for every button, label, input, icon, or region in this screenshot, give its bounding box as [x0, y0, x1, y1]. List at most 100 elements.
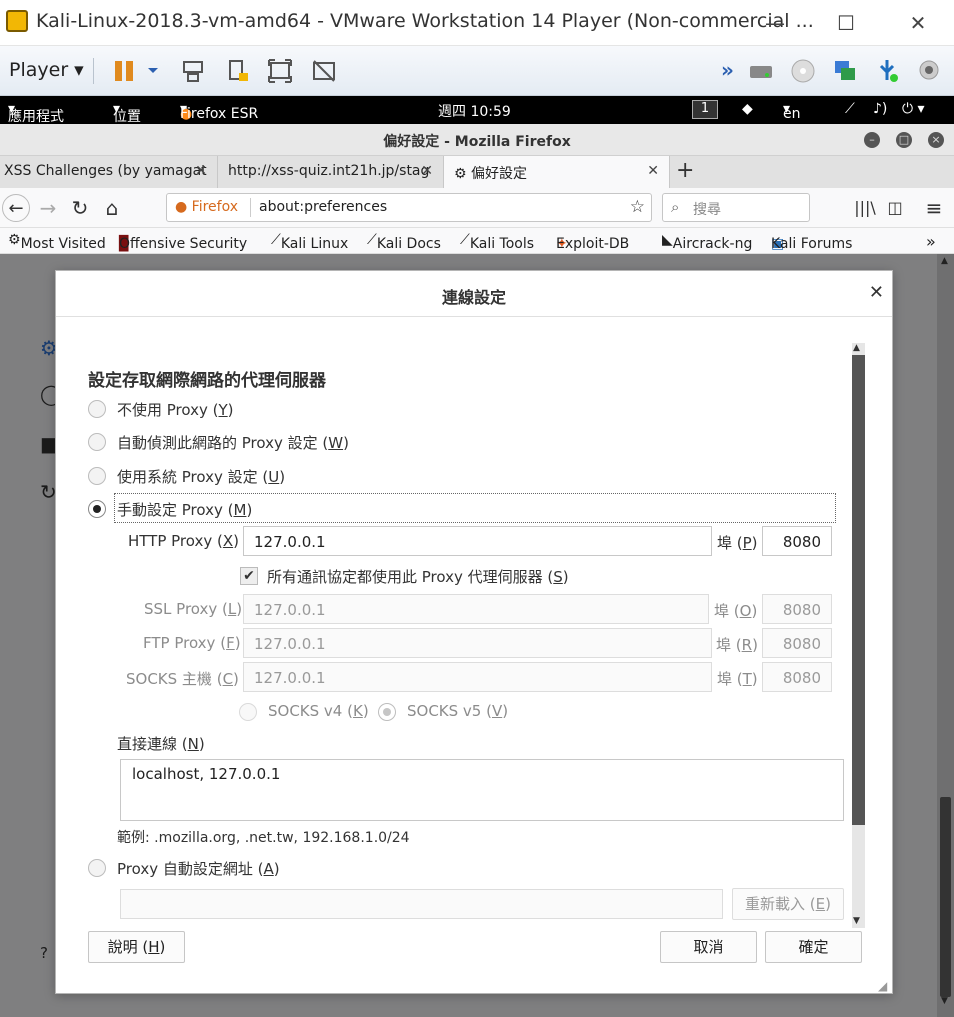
- home-icon[interactable]: ⌂: [98, 194, 126, 222]
- toolbar-divider: [93, 58, 94, 84]
- http-port-input[interactable]: 8080: [762, 526, 832, 556]
- socks-port-label: 埠 (T): [717, 670, 758, 688]
- socks-host-input[interactable]: 127.0.0.1: [243, 662, 712, 692]
- more-devices-icon[interactable]: »: [721, 58, 739, 84]
- maximize-icon[interactable]: □: [896, 132, 912, 148]
- resize-grip-icon[interactable]: ◢: [878, 979, 887, 993]
- language-menu[interactable]: en ▾: [783, 101, 801, 122]
- socks-port-input[interactable]: 8080: [762, 662, 832, 692]
- workspace-indicator[interactable]: 1: [692, 100, 718, 119]
- manual-proxy-radio[interactable]: [88, 500, 106, 518]
- bookmark-most-visited[interactable]: ⚙ Most Visited: [8, 232, 106, 252]
- pause-icon[interactable]: [112, 58, 138, 84]
- auto-detect-label[interactable]: 自動偵測此網路的 Proxy 設定 (W): [117, 432, 349, 453]
- pac-url-radio[interactable]: [88, 859, 106, 877]
- power-icon[interactable]: ⏻ ▾: [902, 101, 925, 117]
- url-bar[interactable]: ● Firefox about:preferences ☆: [166, 193, 652, 222]
- system-proxy-label[interactable]: 使用系統 Proxy 設定 (U): [117, 466, 285, 487]
- dialog-scrollbar-thumb[interactable]: [852, 355, 865, 825]
- more-bookmarks-icon[interactable]: »: [926, 232, 936, 251]
- dialog-scrollbar[interactable]: ▲ ▼: [852, 343, 865, 928]
- applications-menu[interactable]: 應用程式 ▾: [8, 101, 64, 125]
- send-ctrl-alt-del-icon[interactable]: [180, 58, 206, 84]
- http-port-label: 埠 (P): [717, 534, 758, 552]
- page-scrollbar[interactable]: ▲ ▼: [937, 254, 954, 1017]
- cancel-button[interactable]: 取消: [660, 931, 757, 963]
- bookmark-star-icon[interactable]: ☆: [630, 197, 645, 217]
- forward-icon[interactable]: →: [34, 194, 62, 222]
- search-placeholder: 搜尋: [693, 202, 721, 218]
- help-button[interactable]: 說明 (H): [88, 931, 185, 963]
- close-icon[interactable]: ×: [928, 132, 944, 148]
- unity-icon[interactable]: [311, 58, 337, 84]
- network-adapter-icon[interactable]: [832, 58, 858, 84]
- ok-button[interactable]: 確定: [765, 931, 862, 963]
- back-icon[interactable]: ←: [2, 194, 30, 222]
- minimize-icon[interactable]: –: [864, 132, 880, 148]
- scroll-down-icon[interactable]: ▼: [941, 996, 948, 1006]
- ssl-port-input[interactable]: 8080: [762, 594, 832, 624]
- auto-detect-radio[interactable]: [88, 433, 106, 451]
- panel-clock[interactable]: 週四 10:59: [438, 101, 511, 121]
- hard-disk-icon[interactable]: [748, 58, 774, 84]
- bookmark-kali-tools[interactable]: ⟋ Kali Tools: [460, 232, 534, 252]
- kali-top-panel: 應用程式 ▾ 位置 ▾ ● Firefox ESR ▾ 週四 10:59 1 ◆…: [0, 96, 954, 125]
- no-proxy-radio[interactable]: [88, 400, 106, 418]
- webcam-icon[interactable]: [916, 58, 942, 84]
- usb-device-icon[interactable]: [874, 58, 900, 84]
- same-proxy-checkbox[interactable]: ✔: [240, 567, 258, 585]
- network-icon[interactable]: ⟋: [845, 101, 855, 117]
- socks-v5-label[interactable]: SOCKS v5 (V): [407, 702, 508, 720]
- tab-preferences[interactable]: ⚙ 偏好設定 ✕: [444, 156, 670, 188]
- people-icon[interactable]: ◆: [742, 101, 753, 117]
- removable-devices-icon[interactable]: [225, 58, 251, 84]
- http-proxy-input[interactable]: 127.0.0.1: [243, 526, 712, 556]
- close-tab-icon[interactable]: ✕: [195, 163, 207, 179]
- close-tab-icon[interactable]: ✕: [647, 163, 659, 179]
- sidebar-icon[interactable]: ◫: [881, 194, 909, 222]
- no-proxy-label[interactable]: 不使用 Proxy (Y): [117, 399, 234, 420]
- no-proxy-for-textarea[interactable]: localhost, 127.0.0.1: [120, 759, 844, 821]
- bookmark-kali-docs[interactable]: ⟋ Kali Docs: [367, 232, 441, 252]
- scroll-up-icon[interactable]: ▲: [853, 343, 860, 353]
- ssl-proxy-input[interactable]: 127.0.0.1: [243, 594, 709, 624]
- close-icon[interactable]: ✕: [869, 282, 884, 303]
- socks-v5-radio[interactable]: [378, 703, 396, 721]
- close-icon[interactable]: ✕: [898, 8, 938, 38]
- menu-icon[interactable]: ≡: [920, 194, 948, 222]
- manual-proxy-label[interactable]: 手動設定 Proxy (M): [117, 499, 252, 520]
- reload-pac-button[interactable]: 重新載入 (E): [732, 888, 844, 920]
- socks-v4-radio[interactable]: [239, 703, 257, 721]
- close-tab-icon[interactable]: ✕: [421, 163, 433, 179]
- socks-v4-label[interactable]: SOCKS v4 (K): [268, 702, 369, 720]
- places-menu[interactable]: 位置 ▾: [113, 101, 141, 125]
- ftp-port-input[interactable]: 8080: [762, 628, 832, 658]
- minimize-icon[interactable]: —: [755, 8, 795, 38]
- library-icon[interactable]: |||\: [851, 194, 879, 222]
- search-bar[interactable]: ⌕ 搜尋: [662, 193, 810, 222]
- scroll-up-icon[interactable]: ▲: [941, 256, 948, 266]
- reload-icon[interactable]: ↻: [66, 194, 94, 222]
- bookmark-kali-linux[interactable]: ⟋ Kali Linux: [271, 232, 348, 252]
- cd-icon[interactable]: [790, 58, 816, 84]
- page-scrollbar-thumb[interactable]: [940, 797, 951, 997]
- pac-url-input[interactable]: [120, 889, 723, 919]
- tab-xss-quiz[interactable]: http://xss-quiz.int21h.jp/stag ✕: [218, 156, 444, 188]
- fullscreen-icon[interactable]: [267, 58, 293, 84]
- maximize-icon[interactable]: ☐: [826, 8, 866, 38]
- volume-icon[interactable]: ♪): [873, 101, 887, 117]
- firefox-app-menu[interactable]: ● Firefox ESR ▾: [180, 101, 258, 122]
- same-proxy-label[interactable]: 所有通訊協定都使用此 Proxy 代理伺服器 (S): [267, 566, 569, 587]
- help-icon: ?: [40, 944, 48, 962]
- chevron-down-icon[interactable]: [144, 58, 162, 84]
- player-menu-button[interactable]: Player ▾: [9, 59, 84, 81]
- vmware-title-bar: Kali-Linux-2018.3-vm-amd64 - VMware Work…: [0, 0, 954, 46]
- tab-xss-challenges[interactable]: XSS Challenges (by yamagat ✕: [0, 156, 218, 188]
- system-proxy-radio[interactable]: [88, 467, 106, 485]
- url-text[interactable]: about:preferences: [259, 199, 387, 215]
- ftp-proxy-input[interactable]: 127.0.0.1: [243, 628, 712, 658]
- new-tab-icon[interactable]: +: [676, 158, 694, 183]
- bookmark-aircrack-ng[interactable]: ◣ Aircrack-ng: [662, 232, 752, 252]
- pac-url-label[interactable]: Proxy 自動設定網址 (A): [117, 858, 280, 879]
- scroll-down-icon[interactable]: ▼: [853, 916, 860, 926]
